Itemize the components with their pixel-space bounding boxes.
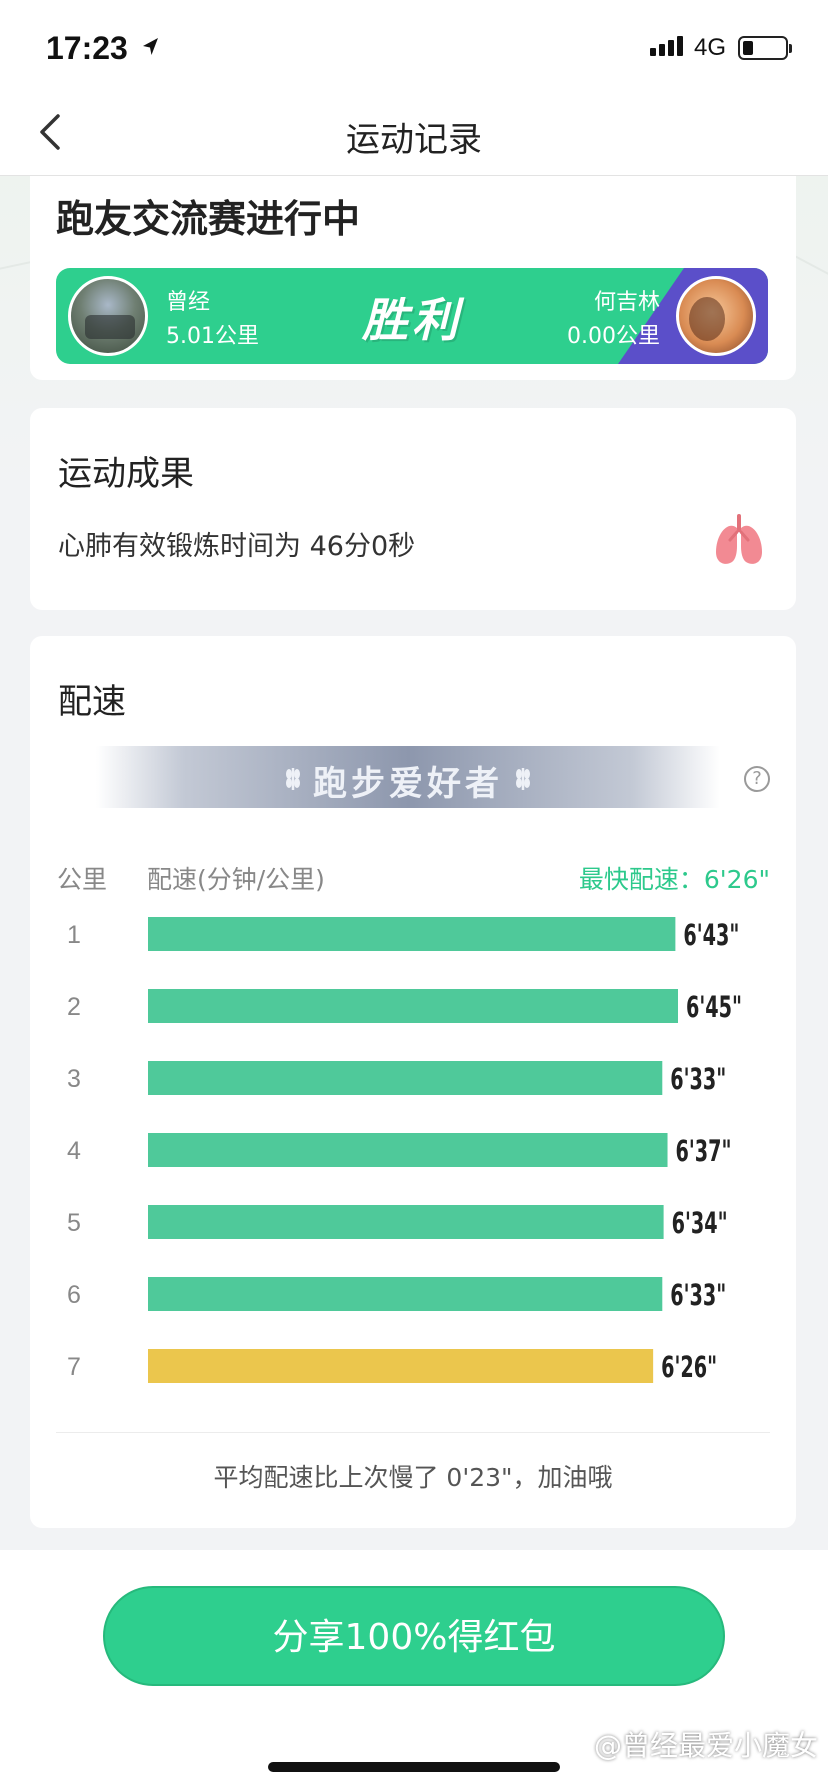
km-label: 6 [67, 1281, 81, 1309]
match-banner[interactable]: 曾经 5.01公里 胜利 何吉林 0.00公里 [56, 268, 768, 364]
pace-value-label: 6'37" [676, 1134, 732, 1168]
km-label: 4 [67, 1137, 81, 1165]
pace-value-label: 6'26" [661, 1350, 717, 1384]
pace-bar [148, 989, 678, 1023]
result-card: 运动成果 心肺有效锻炼时间为 46分0秒 [30, 408, 796, 610]
pace-value-label: 6'43" [683, 918, 739, 952]
divider [56, 1432, 770, 1433]
right-player-distance: 0.00公里 [567, 324, 660, 349]
right-player-name: 何吉林 [593, 290, 660, 315]
pace-bar [148, 1205, 664, 1239]
km-label: 7 [67, 1353, 81, 1381]
lungs-icon [716, 514, 762, 564]
result-heading: 运动成果 [58, 454, 194, 494]
location-arrow-icon [143, 38, 158, 55]
pace-value-label: 6'33" [670, 1278, 726, 1312]
pace-bar [148, 1061, 663, 1095]
home-indicator [268, 1762, 560, 1772]
pace-bar [148, 1277, 663, 1311]
watermark: @曾经最爱小魔女 [593, 1729, 818, 1762]
status-time: 17:23 [46, 30, 128, 66]
km-label: 3 [67, 1065, 81, 1093]
pace-value-label: 6'33" [670, 1062, 726, 1096]
avatar[interactable] [676, 276, 756, 356]
pace-summary: 平均配速比上次慢了 0'23"，加油哦 [213, 1463, 613, 1492]
pace-value-label: 6'34" [672, 1206, 728, 1240]
km-label: 1 [67, 921, 81, 949]
page-title: 运动记录 [346, 120, 482, 160]
share-button[interactable]: 分享100%得红包 [103, 1586, 725, 1686]
km-label: 5 [67, 1209, 81, 1237]
pace-bar [148, 917, 676, 951]
pace-card: 配速 跑步爱好者 ? 公里 配速(分钟/公里) 最快配速：6'26" 1 6'43… [30, 636, 796, 1528]
signal-icon [650, 36, 683, 56]
pace-value-label: 6'45" [686, 990, 742, 1024]
cardio-time-text: 心肺有效锻炼时间为 46分0秒 [58, 531, 416, 562]
km-label: 2 [67, 993, 81, 1021]
pace-bar-chart: 1 6'43" 2 6'45" 3 6'33" 4 6'37" 5 6'34" 6 6'33" 7 6'2… [67, 917, 742, 1384]
match-card: 跑友交流赛进行中 曾经 5.01公里 胜利 何吉林 0.00公里 [30, 176, 796, 380]
battery-icon [738, 36, 792, 60]
pace-bar [148, 1349, 654, 1383]
nav-bar: 运动记录 [0, 90, 828, 176]
status-bar: 17:23 4G [0, 0, 828, 90]
pace-bar [148, 1133, 668, 1167]
match-result: 胜利 [362, 293, 462, 347]
match-title: 跑友交流赛进行中 [56, 197, 361, 241]
network-label: 4G [694, 34, 727, 61]
